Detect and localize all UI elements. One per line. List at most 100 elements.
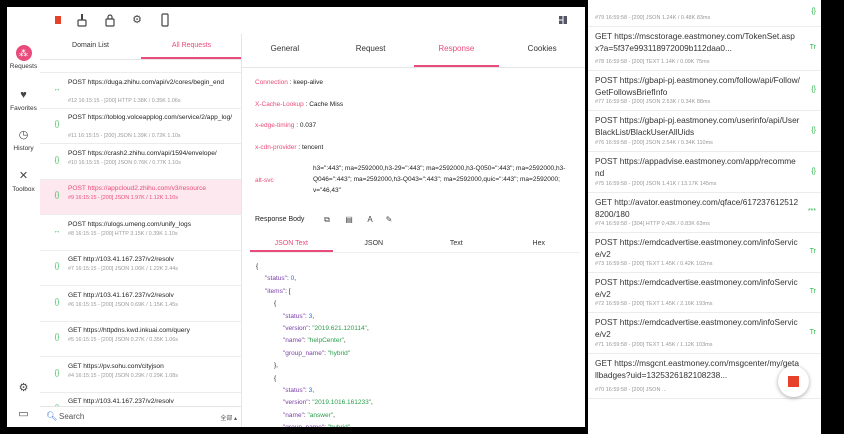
tab-response[interactable]: Response	[413, 34, 500, 67]
request-url: POST https://emdcadvertise.eastmoney.com…	[595, 277, 798, 299]
capture-app-window: ⚙ ⁂ Requests ♥ Favorites ◷ History ✕ Too…	[7, 7, 585, 427]
filter-dropdown[interactable]: 全部 ▴	[220, 413, 237, 422]
search-input[interactable]: Search	[59, 412, 84, 421]
search-bar[interactable]: 🔍︎ Search 全部 ▴	[40, 406, 241, 427]
json-punct: {	[274, 300, 277, 308]
edit-icon[interactable]: ✎	[384, 215, 394, 224]
json-key: "status"	[265, 275, 287, 283]
grid-icon[interactable]	[556, 13, 570, 27]
list-item[interactable]: ↔#13 16:15:15 - [200] HTTP 1.45K / 0.36K…	[40, 60, 241, 73]
request-url: POST https://appadvise.eastmoney.com/app…	[595, 156, 796, 178]
request-meta: #78 16:59:58 - [200] TEXT 1.14K / 0.09K …	[595, 59, 710, 65]
json-line: {	[256, 298, 373, 310]
phone-list-item[interactable]: POST https://emdcadvertise.eastmoney.com…	[588, 233, 821, 273]
tab-hex[interactable]: Hex	[498, 236, 581, 252]
header-value: Cache Miss	[309, 101, 344, 108]
list-item[interactable]: ↔ POST https://duga.zhihu.com/api/v2/core…	[40, 74, 241, 109]
sidebar-item-favorites[interactable]: ♥ Favorites	[7, 87, 40, 112]
request-meta: #11 16:15:15 - [200] JSON 1.39K / 0.72K …	[68, 133, 181, 139]
request-meta: #4 16:15:15 - [200] JSON 0.29K / 0.29K 1…	[68, 372, 178, 379]
request-url: POST https://gbapi-pj.eastmoney.com/user…	[595, 115, 800, 137]
request-url: POST https://ulogs.umeng.com/unify_logs	[68, 220, 192, 228]
settings-icon: ⚙	[18, 382, 29, 394]
stop-icon[interactable]	[51, 13, 65, 27]
list-item[interactable]: {} GET https://httpdns.kwd.inkuai.com/que…	[40, 322, 241, 357]
file-icon[interactable]: ▤	[344, 215, 354, 224]
list-item[interactable]: {} GET http://103.41.167.237/v2/resolv #6 …	[40, 287, 241, 322]
request-meta: #77 16:59:58 - [200] JSON 2.53K / 0.34K …	[595, 99, 711, 105]
tab-text[interactable]: Text	[415, 236, 498, 252]
list-item[interactable]: {} POST https://toblog.volceapplog.com/se…	[40, 109, 241, 144]
request-url: POST https://duga.zhihu.com/api/v2/cores…	[68, 78, 225, 86]
phone-icon[interactable]	[158, 13, 172, 27]
list-item[interactable]: {}GET http://103.41.167.237/v2/resolv	[40, 393, 241, 406]
phone-list-item[interactable]: #79 16:59:58 - [200] JSON 1.24K / 0.48K …	[588, 0, 821, 27]
list-item[interactable]: ↔ POST https://ulogs.umeng.com/unify_logs…	[40, 216, 241, 251]
phone-list-item[interactable]: POST https://emdcadvertise.eastmoney.com…	[588, 273, 821, 313]
tab-cookies[interactable]: Cookies	[499, 34, 585, 67]
header-x-cache-lookup: X-Cache-Lookup : Cache Miss	[255, 101, 344, 108]
settings-button[interactable]: ⚙	[7, 380, 40, 398]
request-meta: #70 16:59:58 - [200] JSON ...	[595, 387, 667, 393]
content-type-icon: {}	[811, 7, 816, 15]
request-url: POST https://crash2.zhihu.com/api/1594/e…	[68, 149, 217, 157]
header-key: Connection	[255, 79, 288, 86]
phone-list-item[interactable]: POST https://emdcadvertise.eastmoney.com…	[588, 313, 821, 354]
sidebar-item-label: Toolbox	[12, 186, 35, 193]
tab-general[interactable]: General	[242, 34, 328, 67]
header-key: x-cdn-provider	[255, 144, 297, 151]
json-type-icon: {}	[54, 298, 60, 306]
request-meta: #5 16:15:15 - [200] JSON 0.27K / 0.35K 1…	[68, 337, 178, 343]
content-type-icon: Tr	[809, 328, 816, 336]
broom-icon[interactable]	[75, 13, 89, 27]
tab-domain-list[interactable]: Domain List	[40, 34, 141, 59]
phone-list-item[interactable]: POST https://appadvise.eastmoney.com/app…	[588, 152, 821, 193]
request-list: ↔#13 16:15:15 - [200] HTTP 1.45K / 0.36K…	[40, 60, 241, 406]
request-url: GET http://avator.eastmoney.com/qface/61…	[595, 197, 799, 219]
json-line: "status": 3,	[256, 385, 373, 397]
json-key: "version"	[283, 399, 309, 407]
tab-json-text[interactable]: JSON Text	[250, 236, 333, 252]
search-icon: 🔍︎	[46, 411, 58, 421]
json-key: "group_name"	[283, 349, 325, 357]
tools-icon: ✕	[18, 170, 29, 182]
json-key: "status"	[283, 312, 305, 320]
json-line: },	[256, 360, 373, 372]
copy-icon[interactable]: ⧉	[322, 215, 332, 225]
json-value: "helpCenter"	[307, 337, 344, 345]
json-value: "2019.1016.161233"	[312, 399, 372, 407]
phone-list-item[interactable]: GET https://mscstorage.eastmoney.com/Tok…	[588, 27, 821, 71]
lock-icon[interactable]	[103, 13, 117, 27]
request-meta: #7 16:15:15 - [200] JSON 1.06K / 1.22K 2…	[68, 266, 178, 272]
json-punct: ,	[333, 411, 335, 419]
json-line: {	[256, 373, 373, 385]
detail-tabs: General Request Response Cookies	[242, 34, 585, 68]
json-key: "name"	[283, 337, 304, 345]
sidebar-item-requests[interactable]: ⁂ Requests	[7, 45, 40, 70]
phone-list-item[interactable]: POST https://gbapi-pj.eastmoney.com/user…	[588, 111, 821, 152]
header-value: tencent	[301, 144, 324, 151]
request-meta: #74 16:59:58 - [304] HTTP 0.42K / 0.83K …	[595, 221, 710, 227]
json-line: "status": 3,	[256, 311, 373, 323]
phone-list-item[interactable]: GET http://avator.eastmoney.com/qface/61…	[588, 193, 821, 233]
list-item[interactable]: {} POST https://appcloud2.zhihu.com/v3/re…	[40, 180, 241, 215]
content-type-icon: Tr	[809, 288, 816, 295]
feedback-button[interactable]: ▭	[7, 406, 40, 424]
header-alt-svc-key: alt-svc	[255, 177, 274, 184]
list-item[interactable]: {} GET https://pv.sohu.com/cityjson #4 16:…	[40, 358, 241, 393]
gear-icon[interactable]: ⚙	[130, 13, 144, 27]
tab-request[interactable]: Request	[328, 34, 414, 67]
json-punct: ,	[371, 399, 373, 407]
json-value: "answer"	[307, 411, 334, 419]
sidebar-item-history[interactable]: ◷ History	[7, 127, 40, 152]
stop-capture-button[interactable]	[778, 366, 809, 397]
http-type-icon: ↔	[53, 227, 61, 235]
font-icon[interactable]: A	[365, 215, 375, 224]
list-item[interactable]: {} POST https://crash2.zhihu.com/api/1594…	[40, 145, 241, 180]
tab-all-requests[interactable]: All Requests	[141, 34, 241, 59]
sidebar-item-toolbox[interactable]: ✕ Toolbox	[7, 168, 40, 193]
phone-list-item[interactable]: POST https://gbapi-pj.eastmoney.com/foll…	[588, 71, 821, 111]
json-line: "items": [	[256, 286, 373, 298]
list-item[interactable]: {} GET http://103.41.167.237/v2/resolv #7 …	[40, 251, 241, 286]
tab-json[interactable]: JSON	[333, 236, 416, 252]
